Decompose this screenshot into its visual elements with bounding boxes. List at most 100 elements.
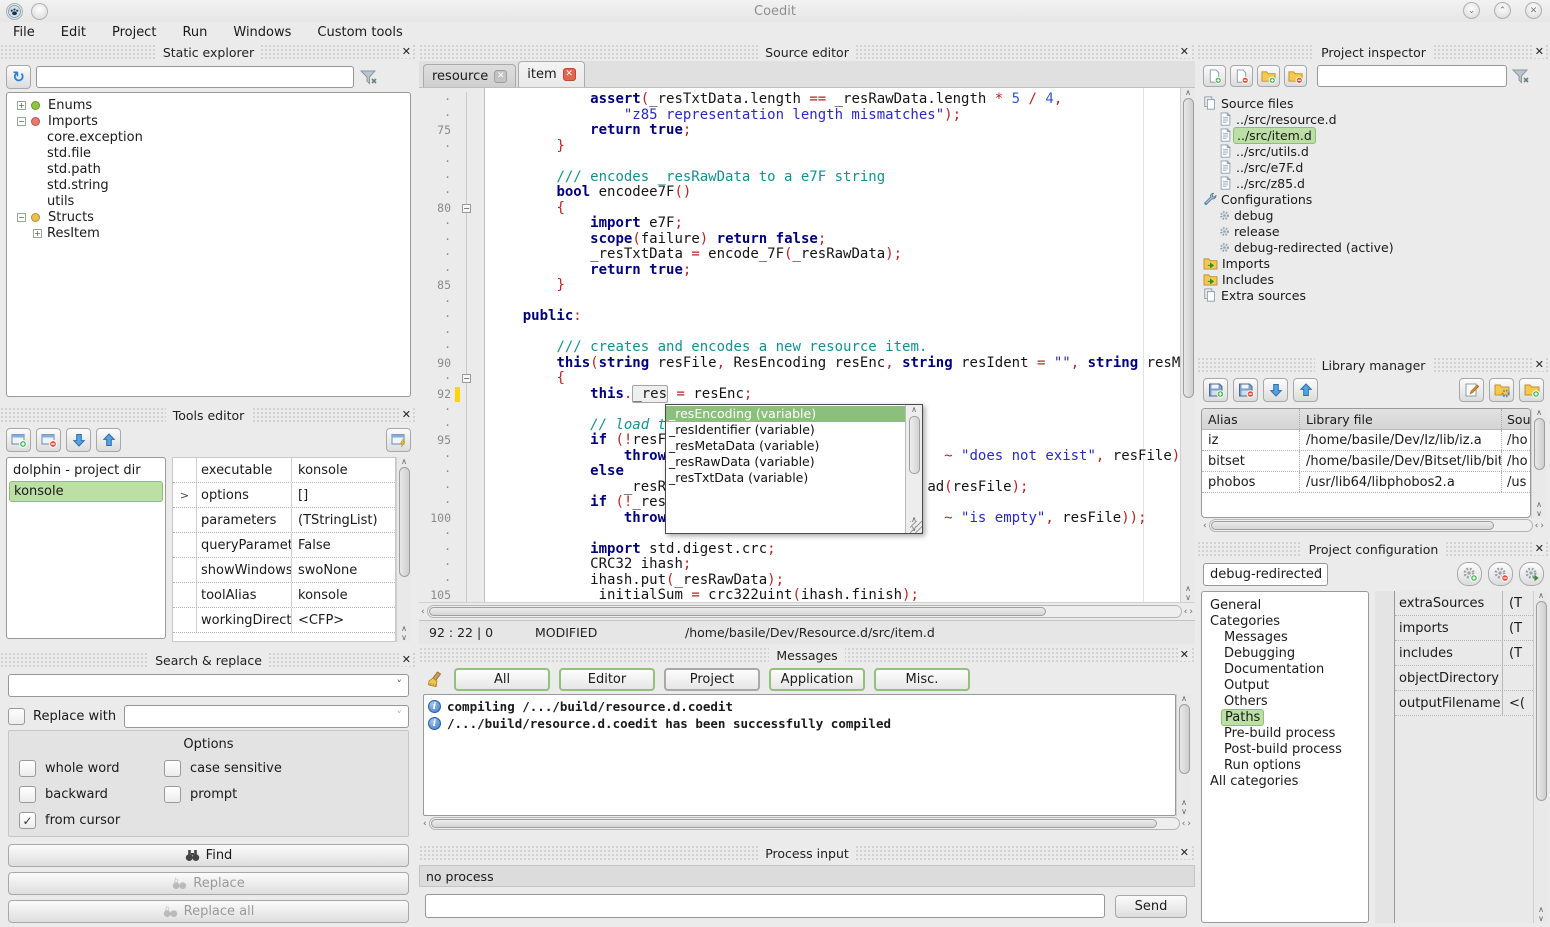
tree-expander[interactable]: + [17, 101, 26, 110]
project-tree-item[interactable]: ../src/z85.d [1203, 175, 1550, 191]
close-panel-icon[interactable]: ✕ [1178, 846, 1191, 859]
option-backward[interactable]: backward [19, 786, 164, 803]
replace-term-combo[interactable]: ˅ [124, 705, 409, 728]
remove-folder-button[interactable] [1284, 65, 1307, 87]
code-line[interactable]: return true; [489, 263, 1180, 279]
project-tree-item[interactable]: Includes [1203, 271, 1550, 287]
config-property-row[interactable]: outputFilename <( [1395, 691, 1533, 716]
config-category-item[interactable]: All categories [1206, 773, 1364, 789]
messages-list[interactable]: i compiling /.../build/resource.d.coedit… [423, 694, 1176, 816]
tool-item[interactable]: dolphin - project dir [9, 460, 163, 481]
symbol-tree-item[interactable]: −Structs [9, 209, 408, 225]
config-property-row[interactable]: imports (T [1395, 616, 1533, 641]
code-line[interactable]: this._res = resEnc; [489, 387, 1180, 403]
checkbox-icon[interactable] [164, 786, 181, 803]
symbol-tree-item[interactable]: +Enums [9, 97, 408, 113]
tool-property-row[interactable]: toolAlias konsole [173, 583, 395, 608]
code-line[interactable]: scope(failure) return false; [489, 232, 1180, 248]
property-value[interactable]: False [292, 538, 395, 553]
project-tree-item[interactable]: ../src/utils.d [1203, 143, 1550, 159]
tool-property-row[interactable]: queryParameters False [173, 533, 395, 558]
project-tree-item[interactable]: release [1203, 223, 1550, 239]
close-tab-icon[interactable]: ✕ [563, 68, 576, 81]
property-value[interactable]: [] [292, 488, 395, 503]
code-line[interactable]: CRC32 ihash; [489, 557, 1180, 573]
symbol-tree-item[interactable]: std.string [9, 177, 408, 193]
code-line[interactable]: return true; [489, 123, 1180, 139]
option-prompt[interactable]: prompt [164, 786, 398, 803]
messages-filter-project[interactable]: Project [664, 668, 760, 691]
option-from-cursor[interactable]: ✓ from cursor [19, 812, 164, 829]
config-category-item[interactable]: Documentation [1206, 661, 1364, 677]
library-row[interactable]: bitset /home/basile/Dev/Bitset/lib/bitse… [1202, 451, 1530, 472]
project-tree-item[interactable]: Configurations [1203, 191, 1550, 207]
symbol-tree-item[interactable]: core.exception [9, 129, 408, 145]
filter-icon[interactable] [359, 69, 379, 86]
checkbox-icon[interactable]: ✓ [19, 812, 36, 829]
tool-property-row[interactable]: executable konsole [173, 458, 395, 483]
library-row[interactable]: phobos /usr/lib64/libphobos2.a /us [1202, 472, 1530, 493]
checkbox-icon[interactable] [164, 760, 181, 777]
config-category-item[interactable]: Pre-build process [1206, 725, 1364, 741]
library-hscrollbar[interactable]: ‹‹› [1197, 518, 1550, 533]
project-tree-item[interactable]: Imports [1203, 255, 1550, 271]
messages-filter-application[interactable]: Application [769, 668, 865, 691]
edit-library-button[interactable] [1459, 378, 1484, 402]
project-tree-item[interactable]: debug [1203, 207, 1550, 223]
tree-expander[interactable]: − [17, 213, 26, 222]
menu-run[interactable]: Run [169, 25, 220, 40]
project-tree-item[interactable]: Extra sources [1203, 287, 1550, 303]
config-property-row[interactable]: extraSources (T [1395, 591, 1533, 616]
code-line[interactable]: import std.digest.crc; [489, 542, 1180, 558]
project-tree-item[interactable]: ../src/resource.d [1203, 111, 1550, 127]
replace-with-checkbox[interactable] [8, 708, 25, 725]
editor-area[interactable]: · · 75 · · · · [419, 88, 1180, 602]
symbol-tree-item[interactable]: −Imports [9, 113, 408, 129]
close-panel-icon[interactable]: ✕ [1178, 45, 1191, 58]
clear-messages-button[interactable] [423, 671, 445, 689]
move-library-down-button[interactable] [1263, 378, 1288, 402]
add-source-button[interactable] [1203, 65, 1226, 87]
menu-project[interactable]: Project [99, 25, 169, 40]
code-line[interactable]: _resTxtData = encode_7F(_resRawData); [489, 247, 1180, 263]
property-value[interactable]: (T [1503, 646, 1533, 661]
code-line[interactable]: { [489, 371, 1180, 387]
tools-grid-scrollbar[interactable]: ∧∧∨ [396, 457, 411, 642]
checkbox-icon[interactable] [19, 760, 36, 777]
property-value[interactable]: swoNone [292, 563, 395, 578]
run-tool-button[interactable] [386, 428, 411, 452]
close-panel-icon[interactable]: ✕ [1178, 648, 1191, 661]
tool-property-row[interactable]: > options [] [173, 483, 395, 508]
messages-vscrollbar[interactable]: ∧∧∨ [1176, 694, 1191, 816]
symbol-tree-item[interactable]: std.path [9, 161, 408, 177]
tool-property-row[interactable]: showWindows swoNone [173, 558, 395, 583]
config-category-item[interactable]: Debugging [1206, 645, 1364, 661]
editor-tab-item[interactable]: item ✕ [518, 61, 584, 87]
code-line[interactable] [489, 294, 1180, 310]
property-value[interactable]: (T [1503, 596, 1533, 611]
option-case-sensitive[interactable]: case sensitive [164, 760, 398, 777]
remove-source-button[interactable] [1230, 65, 1253, 87]
symbol-filter-input[interactable] [36, 66, 354, 88]
inspector-filter-input[interactable] [1317, 65, 1507, 87]
code-line[interactable]: ihash.put(_resRawData); [489, 573, 1180, 589]
close-panel-icon[interactable]: ✕ [1533, 542, 1546, 555]
config-property-row[interactable]: objectDirectory [1395, 666, 1533, 691]
editor-vscrollbar[interactable]: ∧∧∨ [1180, 88, 1195, 602]
menu-edit[interactable]: Edit [48, 25, 99, 40]
project-tree-item[interactable]: ../src/item.d [1203, 127, 1550, 143]
code-line[interactable]: _initialSum = crc322uint(ihash.finish); [489, 588, 1180, 602]
col-library-file[interactable]: Library file [1300, 409, 1502, 429]
library-row[interactable]: iz /home/basile/Dev/Iz/lib/iz.a /ho [1202, 430, 1530, 451]
close-panel-icon[interactable]: ✕ [400, 653, 413, 666]
project-tree-item[interactable]: Source files [1203, 95, 1550, 111]
completion-item[interactable]: _resIdentifier (variable) [666, 422, 905, 438]
code-line[interactable] [489, 154, 1180, 170]
fold-collapse-icon[interactable]: − [462, 374, 471, 383]
symbol-tree-item[interactable]: utils [9, 193, 408, 209]
col-alias[interactable]: Alias [1202, 409, 1300, 429]
move-tool-up-button[interactable] [96, 428, 121, 452]
messages-hscrollbar[interactable]: ‹‹› [419, 816, 1195, 831]
property-value[interactable]: <CFP> [292, 613, 395, 628]
move-tool-down-button[interactable] [66, 428, 91, 452]
